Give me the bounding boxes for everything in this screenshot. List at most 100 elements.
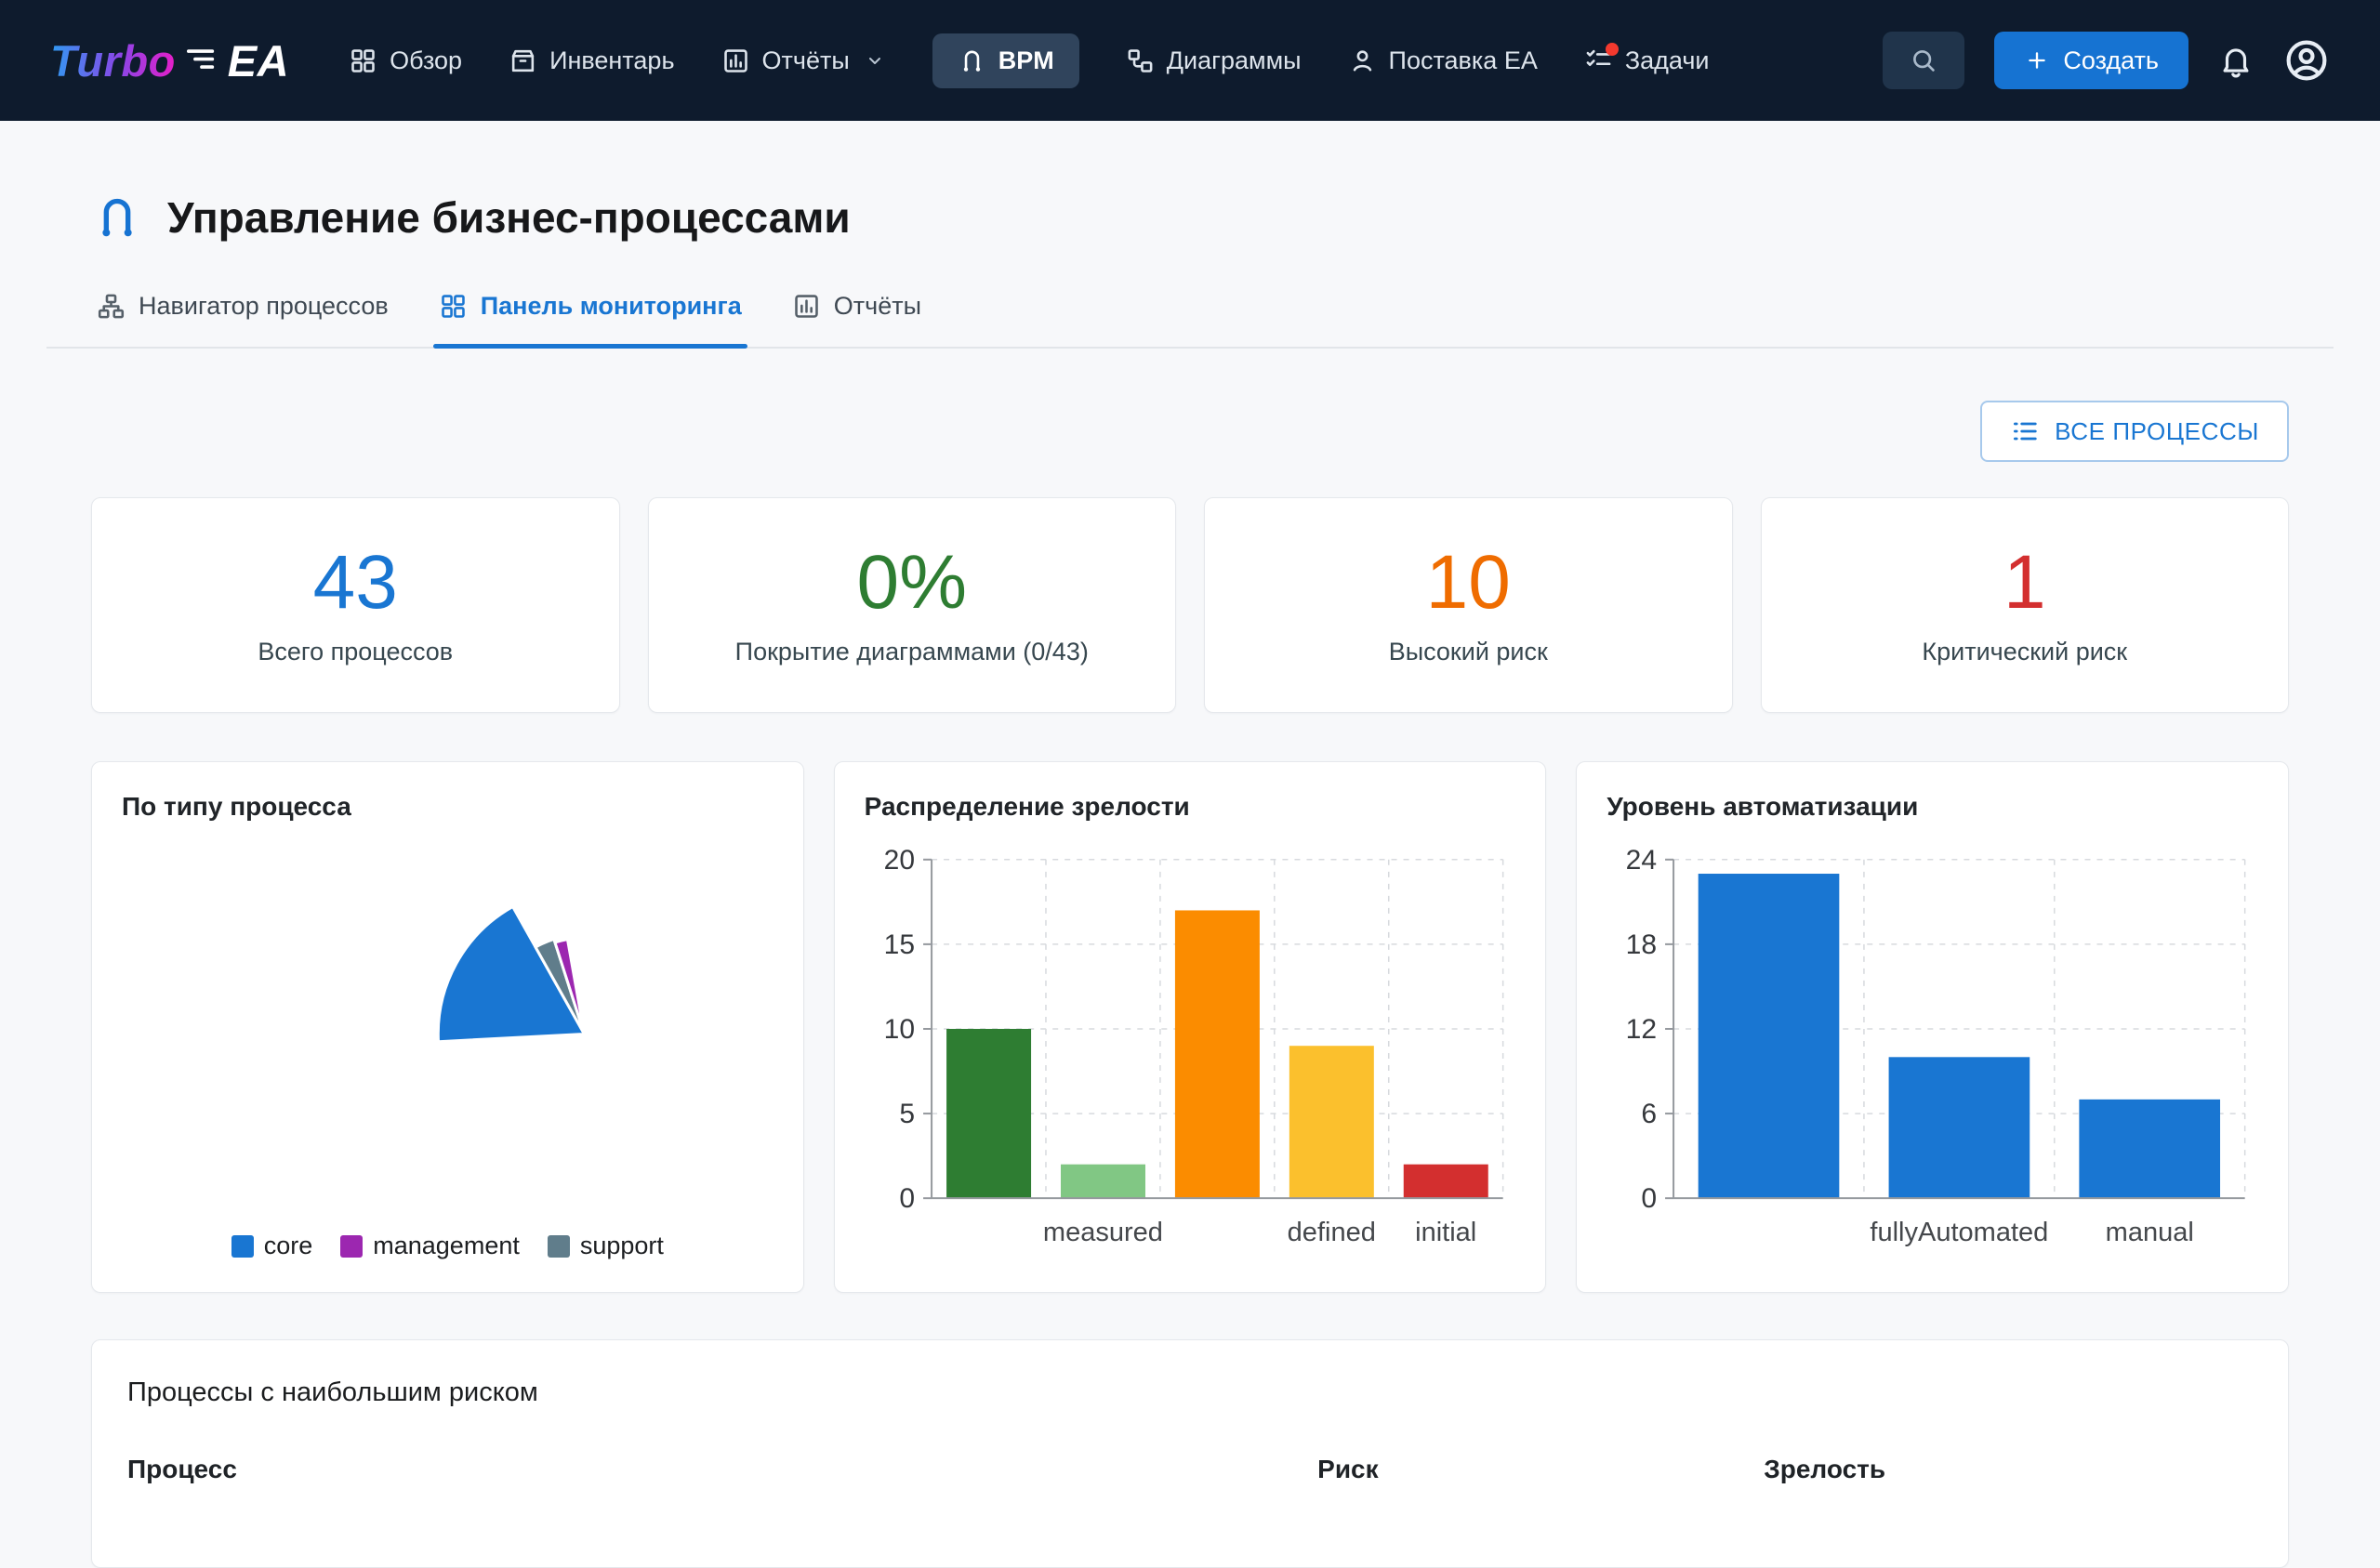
notification-dot <box>1605 42 1619 56</box>
nav-item-grid[interactable]: Обзор <box>349 33 462 89</box>
main-nav: Обзор Инвентарь Отчёты BPM Диаграммы Поставка… <box>349 33 1710 89</box>
sitemap-icon <box>98 294 125 319</box>
svg-text:fullyAutomated: fullyAutomated <box>1871 1218 2049 1247</box>
avatar-icon <box>2286 40 2327 81</box>
kpi-grid: 43 Всего процессов 0% Покрытие диаграммами … <box>91 497 2289 713</box>
legend-item-support: support <box>547 1232 664 1260</box>
maturity-chart-card: Распределение зрелости 0 5 10 15 20 measured d… <box>833 761 1547 1293</box>
chevron-icon <box>868 58 880 64</box>
tab-label: Панель мониторинга <box>480 292 742 320</box>
svg-text:0: 0 <box>1642 1183 1658 1214</box>
nav-item-reports[interactable]: Отчёты <box>721 33 886 89</box>
bpm-icon <box>102 198 132 237</box>
person-icon <box>1353 49 1371 71</box>
svg-text:20: 20 <box>883 845 914 876</box>
kpi-value: 43 <box>312 539 398 625</box>
svg-text:12: 12 <box>1626 1014 1657 1045</box>
nav-item-label: BPM <box>998 46 1054 74</box>
svg-text:5: 5 <box>899 1099 915 1129</box>
legend-item-management: management <box>340 1232 520 1260</box>
legend-swatch <box>340 1234 364 1258</box>
nav-item-box[interactable]: Инвентарь <box>509 33 675 89</box>
nav-item-label: Поставка EA <box>1388 46 1538 74</box>
tab-навигатор-процессов[interactable]: Навигатор процессов <box>91 286 394 347</box>
box-icon <box>511 49 535 72</box>
page-tabs: Навигатор процессов Панель мониторинга Отч… <box>91 286 2289 349</box>
all-processes-button[interactable]: ВСЕ ПРОЦЕССЫ <box>1980 401 2289 462</box>
kpi-value: 0% <box>856 539 967 625</box>
nav-item-tasks[interactable]: Задачи <box>1584 33 1710 89</box>
automation-bar-chart: 0 6 12 18 24 fullyAutomated manual <box>1626 845 2246 1247</box>
list-icon <box>2014 422 2037 441</box>
actions-row: ВСЕ ПРОЦЕССЫ <box>91 401 2289 462</box>
reports-icon <box>794 295 818 318</box>
column-header: Процесс <box>127 1455 237 1483</box>
kpi-value: 10 <box>1425 539 1511 625</box>
diagram-icon <box>1128 48 1153 72</box>
svg-text:10: 10 <box>883 1014 914 1045</box>
grid-icon <box>351 48 375 72</box>
nav-actions: Создать <box>1883 32 2330 89</box>
kpi-card: 10 Высокий риск <box>1204 497 1733 713</box>
notifications-button[interactable] <box>2218 43 2254 78</box>
brand-name-secondary: EA <box>227 35 290 86</box>
page-header: Управление бизнес-процессами <box>91 191 2289 244</box>
svg-text:manual: manual <box>2106 1218 2194 1247</box>
kpi-label: Высокий риск <box>1388 637 1548 665</box>
kpi-card: 0% Покрытие диаграммами (0/43) <box>647 497 1176 713</box>
svg-text:initial: initial <box>1415 1218 1476 1247</box>
tab-панель-мониторинга[interactable]: Панель мониторинга <box>432 286 747 349</box>
svg-text:6: 6 <box>1642 1099 1658 1129</box>
automation-chart-card: Уровень автоматизации 0 6 12 18 24 fullyAutom… <box>1576 761 2289 1293</box>
kpi-value: 1 <box>2003 539 2046 625</box>
tab-отчёты[interactable]: Отчёты <box>787 286 927 347</box>
column-header: Зрелость <box>1764 1455 1886 1483</box>
kpi-label: Всего процессов <box>258 637 454 665</box>
risk-table-card: Процессы с наибольшим риском Процесс Риск… <box>91 1339 2289 1568</box>
all-processes-label: ВСЕ ПРОЦЕССЫ <box>2055 416 2259 445</box>
chart-title: По типу процесса <box>122 792 351 821</box>
page-title: Управление бизнес-процессами <box>167 193 851 242</box>
tabs-divider <box>46 347 2334 349</box>
speed-lines-icon <box>183 45 220 76</box>
bpm-dashboard-page: Управление бизнес-процессами Навигатор п… <box>0 191 2380 1568</box>
legend-swatch <box>547 1234 570 1258</box>
nav-item-bpm[interactable]: BPM <box>932 33 1079 88</box>
kpi-label: Критический риск <box>1922 637 2128 665</box>
grid-icon <box>441 295 465 318</box>
legend-label: support <box>579 1232 664 1259</box>
chart-title: Распределение зрелости <box>864 792 1190 821</box>
svg-text:defined: defined <box>1287 1218 1375 1247</box>
legend-item-core: core <box>231 1232 312 1260</box>
brand-name-primary: Turbo <box>50 35 176 86</box>
kpi-label: Покрытие диаграммами (0/43) <box>734 637 1089 665</box>
risk-table-header-row: Процесс Риск Зрелость <box>127 1455 2253 1484</box>
brand-logo[interactable]: Turbo EA <box>50 35 289 86</box>
process-type-pie-chart <box>436 904 587 1044</box>
tab-label: Отчёты <box>833 292 921 320</box>
svg-text:15: 15 <box>883 929 914 960</box>
search-icon <box>1913 50 1936 72</box>
nav-item-label: Задачи <box>1624 46 1710 74</box>
nav-item-label: Диаграммы <box>1166 46 1302 74</box>
charts-grid: По типу процесса core management support Р… <box>91 761 2289 1293</box>
create-button[interactable]: Создать <box>1994 32 2188 89</box>
nav-item-label: Обзор <box>390 46 463 74</box>
nav-item-person[interactable]: Поставка EA <box>1348 33 1538 89</box>
svg-text:measured: measured <box>1043 1218 1163 1247</box>
maturity-bar-chart: 0 5 10 15 20 measured defined initial <box>883 845 1504 1247</box>
pie-legend: core management support <box>122 1228 774 1266</box>
bpm-page-icon <box>91 191 143 244</box>
nav-item-diagram[interactable]: Диаграммы <box>1126 33 1302 89</box>
legend-swatch <box>231 1234 254 1258</box>
create-button-label: Создать <box>2063 46 2159 74</box>
plus-icon <box>2029 52 2046 69</box>
nav-item-label: Инвентарь <box>549 46 675 74</box>
nav-item-label: Отчёты <box>761 46 850 74</box>
risk-table-title: Процессы с наибольшим риском <box>127 1377 538 1407</box>
user-menu-button[interactable] <box>2283 37 2330 84</box>
process-type-chart-card: По типу процесса core management support <box>91 761 804 1293</box>
search-button[interactable] <box>1883 32 1965 89</box>
bell-icon <box>2223 48 2249 78</box>
svg-text:0: 0 <box>899 1183 915 1214</box>
